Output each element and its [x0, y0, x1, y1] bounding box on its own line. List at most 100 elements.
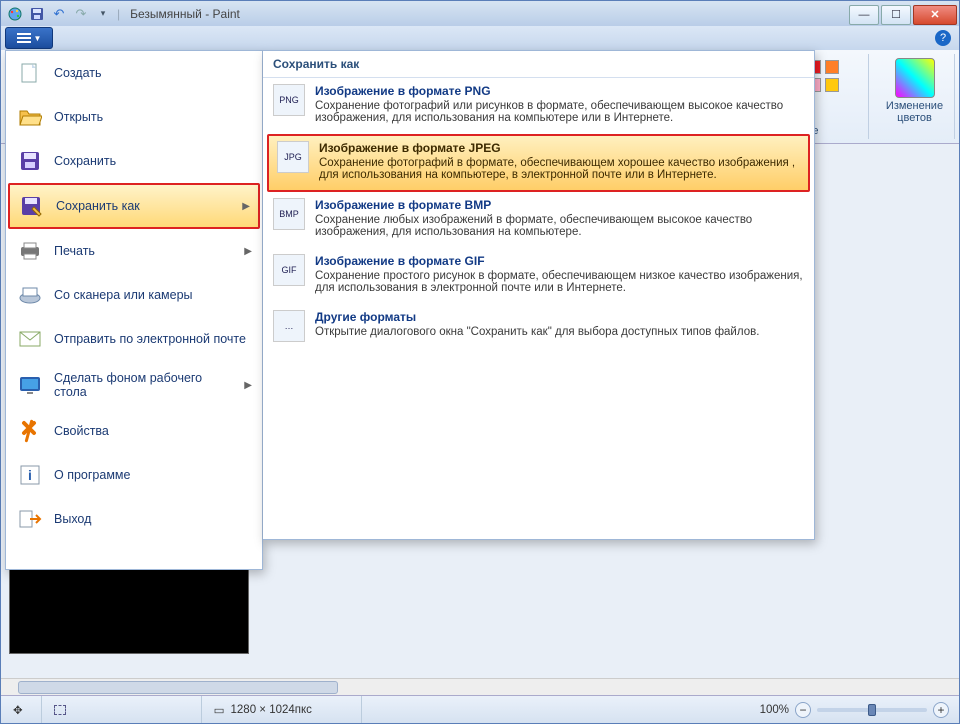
cursor-icon: ✥ — [13, 703, 23, 717]
saveas-option-title: Изображение в формате BMP — [315, 198, 804, 212]
status-selection-size — [42, 696, 202, 723]
save-as-flyout: Сохранить как PNGИзображение в формате P… — [263, 50, 815, 540]
saveas-option-title: Изображение в формате PNG — [315, 84, 804, 98]
quick-access-toolbar: ↶ ↷ ▾ | — [1, 6, 126, 22]
file-menu-item-exit[interactable]: Выход — [6, 497, 262, 541]
saveas-option-desc: Сохранение любых изображений в формате, … — [315, 214, 752, 238]
window-controls: — ☐ ✕ — [849, 3, 959, 25]
horizontal-scrollbar[interactable] — [1, 678, 959, 695]
zoom-control: 100% − + — [750, 702, 959, 718]
edit-colors-label: Изменение цветов — [875, 100, 954, 124]
status-cursor-pos: ✥ — [1, 696, 42, 723]
status-canvas-size: ▭ 1280 × 1024пкс — [202, 696, 362, 723]
print-icon — [16, 239, 44, 263]
file-menu: СоздатьОткрытьСохранитьСохранить как▶Печ… — [5, 50, 263, 570]
ribbon-tab-strip: ▼ ? — [1, 26, 959, 50]
paint-app-icon — [7, 6, 23, 22]
saveas-option-text: Изображение в формате PNG Сохранение фото… — [315, 84, 804, 124]
saveas-option-desc: Сохранение простого рисунок в формате, о… — [315, 270, 803, 294]
saveas-option-title: Другие форматы — [315, 310, 759, 324]
file-menu-item-wallpaper[interactable]: Сделать фоном рабочего стола ▶ — [6, 361, 262, 409]
selection-icon — [54, 705, 66, 715]
qat-customize-icon[interactable]: ▾ — [95, 6, 111, 22]
saveas-option-jpeg[interactable]: JPG Изображение в формате JPEG Сохранение … — [267, 134, 810, 192]
saveas-option-title: Изображение в формате JPEG — [319, 141, 800, 155]
file-menu-item-label: Выход — [54, 512, 91, 526]
file-menu-item-mail[interactable]: Отправить по электронной почте — [6, 317, 262, 361]
window-title: Безымянный - Paint — [126, 7, 240, 21]
zoom-slider[interactable] — [817, 708, 927, 712]
file-menu-item-new-file[interactable]: Создать — [6, 51, 262, 95]
chevron-right-icon: ▶ — [244, 246, 252, 257]
minimize-button[interactable]: — — [849, 5, 879, 25]
file-menu-button[interactable]: ▼ — [5, 27, 53, 49]
saveas-option-desc: Сохранение фотографий в формате, обеспеч… — [319, 157, 795, 181]
flyout-title: Сохранить как — [263, 51, 814, 78]
scanner-icon — [16, 283, 44, 307]
open-folder-icon — [16, 105, 44, 129]
saveas-option-text: Изображение в формате BMP Сохранение любы… — [315, 198, 804, 238]
file-menu-item-open-folder[interactable]: Открыть — [6, 95, 262, 139]
file-menu-item-label: Отправить по электронной почте — [54, 332, 246, 346]
paint-window: ↶ ↷ ▾ | Безымянный - Paint — ☐ ✕ ▼ ? Изм… — [0, 0, 960, 724]
zoom-slider-knob[interactable] — [868, 704, 876, 716]
canvas-size-icon: ▭ — [214, 703, 225, 717]
status-bar: ✥ ▭ 1280 × 1024пкс 100% − + — [1, 695, 959, 723]
file-menu-item-scanner[interactable]: Со сканера или камеры — [6, 273, 262, 317]
zoom-value: 100% — [760, 704, 789, 716]
file-menu-item-label: Печать — [54, 244, 95, 258]
save-as-icon — [18, 194, 46, 218]
wallpaper-icon — [16, 373, 44, 397]
format-gif-icon: GIF — [273, 254, 305, 286]
saveas-option-bmp[interactable]: BMP Изображение в формате BMP Сохранение л… — [263, 192, 814, 248]
file-menu-item-print[interactable]: Печать ▶ — [6, 229, 262, 273]
saveas-option-text: Изображение в формате GIF Сохранение прос… — [315, 254, 804, 294]
saveas-option-png[interactable]: PNGИзображение в формате PNGСохранение ф… — [263, 78, 814, 134]
edit-colors-icon — [895, 58, 935, 98]
saveas-option-desc: Открытие диалогового окна "Сохранить как… — [315, 326, 759, 338]
file-menu-item-about[interactable]: i О программе — [6, 453, 262, 497]
file-menu-item-label: Сделать фоном рабочего стола — [54, 371, 234, 399]
saveas-option-gif[interactable]: GIF Изображение в формате GIF Сохранение п… — [263, 248, 814, 304]
format-other-icon: … — [273, 310, 305, 342]
save-icon — [16, 149, 44, 173]
file-menu-item-save-as[interactable]: Сохранить как ▶ — [8, 183, 260, 229]
qat-undo-icon[interactable]: ↶ — [51, 6, 67, 22]
mail-icon — [16, 327, 44, 351]
file-menu-item-save[interactable]: Сохранить — [6, 139, 262, 183]
saveas-option-other[interactable]: … Другие форматы Открытие диалогового окна… — [263, 304, 814, 352]
chevron-right-icon: ▶ — [244, 380, 252, 391]
edit-colors-group[interactable]: Изменение цветов — [875, 54, 955, 139]
file-menu-item-label: О программе — [54, 468, 130, 482]
file-menu-item-properties[interactable]: Свойства — [6, 409, 262, 453]
scrollbar-thumb[interactable] — [18, 681, 338, 694]
saveas-option-title: Изображение в формате GIF — [315, 254, 804, 268]
file-menu-item-label: Свойства — [54, 424, 109, 438]
close-button[interactable]: ✕ — [913, 5, 957, 25]
format-jpeg-icon: JPG — [277, 141, 309, 173]
file-menu-item-label: Создать — [54, 66, 102, 80]
chevron-right-icon: ▶ — [242, 201, 250, 212]
qat-save-icon[interactable] — [29, 6, 45, 22]
file-menu-item-label: Сохранить — [54, 154, 116, 168]
help-icon[interactable]: ? — [935, 30, 951, 46]
saveas-option-text: Изображение в формате JPEG Сохранение фот… — [319, 141, 800, 181]
qat-redo-icon[interactable]: ↷ — [73, 6, 89, 22]
file-menu-item-label: Сохранить как — [56, 199, 140, 213]
saveas-option-desc: Сохранение фотографий или рисунков в фор… — [315, 100, 783, 124]
color-swatch[interactable] — [825, 60, 839, 74]
zoom-out-button[interactable]: − — [795, 702, 811, 718]
properties-icon — [16, 419, 44, 443]
svg-text:i: i — [28, 467, 32, 483]
file-menu-item-label: Открыть — [54, 110, 103, 124]
file-menu-item-label: Со сканера или камеры — [54, 288, 193, 302]
status-spacer — [362, 696, 750, 723]
color-swatch[interactable] — [825, 78, 839, 92]
title-bar: ↶ ↷ ▾ | Безымянный - Paint — ☐ ✕ — [1, 1, 959, 26]
zoom-in-button[interactable]: + — [933, 702, 949, 718]
format-bmp-icon: BMP — [273, 198, 305, 230]
exit-icon — [16, 507, 44, 531]
new-file-icon — [16, 61, 44, 85]
maximize-button[interactable]: ☐ — [881, 5, 911, 25]
saveas-option-text: Другие форматы Открытие диалогового окна … — [315, 310, 759, 342]
